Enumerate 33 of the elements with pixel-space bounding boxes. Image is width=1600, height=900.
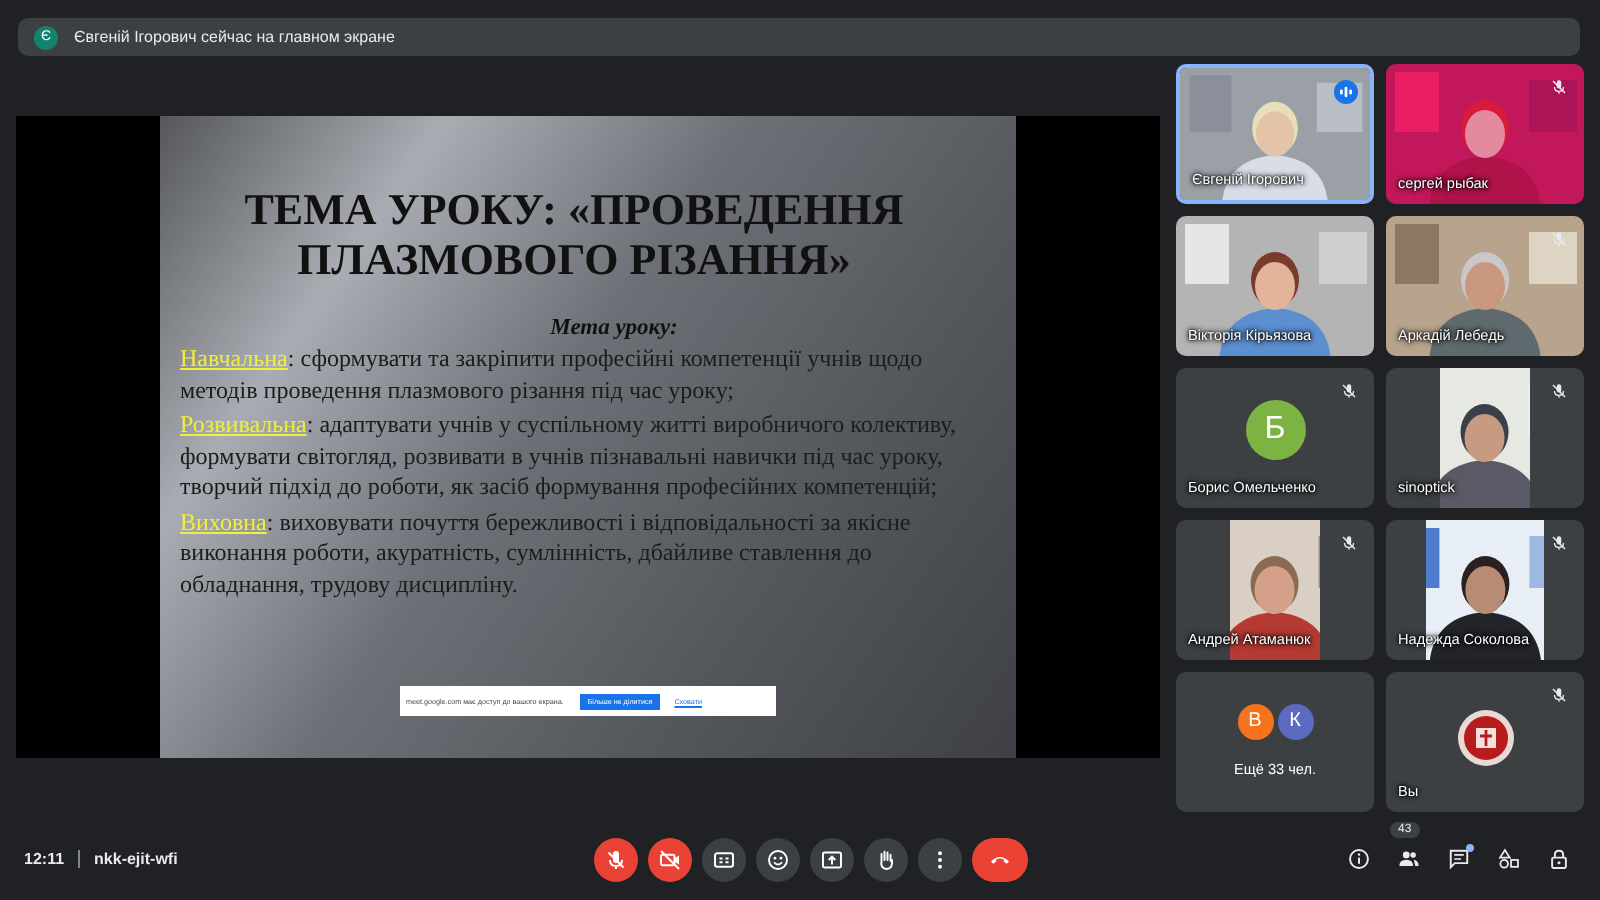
emoji-button[interactable] <box>756 837 800 881</box>
shapes-icon[interactable] <box>1498 848 1520 870</box>
slide-paragraph: Виховна: виховувати почуття бережливості і відповідальності за якісне виконання роботи, акуратність, сумлінність, дбайливе ставлення до обладнання, трудову дисципліну. <box>180 507 913 600</box>
slide-paragraph: Навчальна: сформувати та закріпити професійні компетенції учнів щодо методів проведення плазмового різання під час уроку; <box>180 344 925 406</box>
captions-icon <box>712 847 736 871</box>
slide-title: ПЛАЗМОВОГО РІЗАННЯ» <box>295 234 853 284</box>
participant-avatar: В <box>1237 703 1273 739</box>
raise-hand-button[interactable] <box>864 837 908 881</box>
present-icon <box>820 847 844 871</box>
microphone-icon <box>604 847 628 871</box>
presenter-notice: Євгеній Ігорович сейчас на главном экране <box>74 28 395 46</box>
meeting-code: nkk-ejit-wfi <box>94 850 178 868</box>
slide-paragraph: Розвивальна: адаптувати учнів у суспільному житті виробничого колективу, формувати світогляд, розвивати в учнів пізнавальні навички під час уроку, творчий підхід до роботи, як засіб формування професійних компетенцій; <box>180 410 958 503</box>
slide-subtitle: Мета уроку: <box>548 316 680 340</box>
chat-icon[interactable] <box>1448 848 1470 870</box>
captions-button[interactable] <box>702 837 746 881</box>
emblem-icon <box>1455 707 1515 767</box>
microphone-button[interactable] <box>594 837 638 881</box>
camera-button[interactable] <box>648 837 692 881</box>
people-icon[interactable] <box>1398 848 1420 870</box>
participant-avatar: К <box>1277 703 1313 739</box>
camera-icon <box>658 847 682 871</box>
info-icon[interactable] <box>1348 848 1370 870</box>
more-options-button[interactable] <box>918 837 962 881</box>
present-screen-button[interactable] <box>810 837 854 881</box>
clock-time: 12:11 <box>24 850 65 868</box>
participant-avatar: Б <box>1245 399 1305 459</box>
speaking-indicator-icon <box>1334 79 1358 103</box>
hand-icon <box>874 847 898 871</box>
leave-call-button[interactable] <box>972 837 1028 881</box>
smiley-icon <box>766 847 790 871</box>
slide-title: ТЕМА УРОКУ: «ПРОВЕДЕННЯ <box>242 184 906 234</box>
lock-icon[interactable] <box>1548 848 1570 870</box>
